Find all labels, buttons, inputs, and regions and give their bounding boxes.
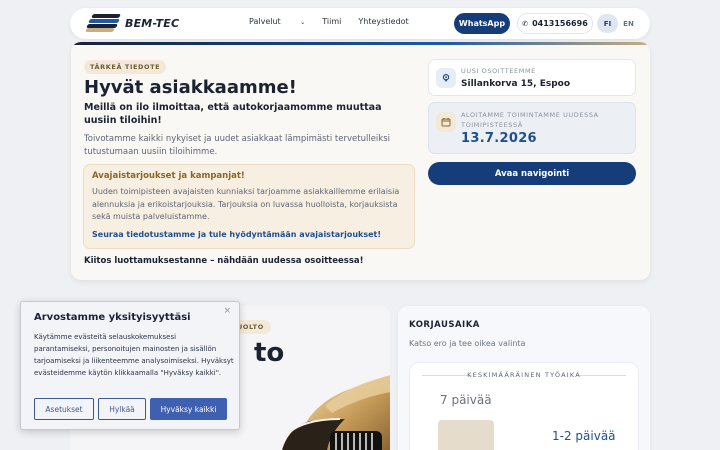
- nav-item-services[interactable]: Palvelut ⌄: [249, 17, 305, 26]
- address-value: Sillankorva 15, Espoo: [461, 79, 571, 89]
- main-nav: Palvelut ⌄ Tiimi Yhteystiedot: [249, 17, 426, 26]
- notice-title: Hyvät asiakkaamme!: [84, 77, 297, 98]
- notice-thanks: Kiitos luottamuksestanne – nähdään uudes…: [84, 256, 364, 266]
- logo-mark: [85, 14, 121, 32]
- chevron-down-icon: ⌄: [300, 19, 306, 26]
- notice-badge: TÄRKEÄ TIEDOTE: [84, 60, 167, 74]
- cookie-title: Arvostamme yksityisyyttäsi: [34, 312, 191, 323]
- old-worktime-value: 7 päivää: [440, 393, 492, 407]
- cookie-settings-button[interactable]: Asetukset: [34, 398, 94, 420]
- cookie-accept-all-button[interactable]: Hyväksy kaikki: [150, 398, 227, 420]
- language-switch: FI EN: [597, 13, 639, 34]
- phone-icon: ✆: [522, 19, 529, 28]
- whatsapp-button[interactable]: WhatsApp: [454, 13, 510, 34]
- nav-item-contact[interactable]: Yhteystiedot: [358, 17, 408, 26]
- repair-time-subtitle: Katso ero ja tee oikea valinta: [409, 339, 526, 348]
- phone-number: 0413156696: [532, 19, 588, 28]
- repair-time-panel: KORJAUSAIKA Katso ero ja tee oikea valin…: [398, 306, 650, 450]
- opening-date-box: ALOITAMME TOIMINTAMME UUDESSA TOIMIPISTE…: [428, 102, 636, 154]
- car-image: [282, 375, 390, 450]
- phone-button[interactable]: ✆ 0413156696: [517, 13, 593, 34]
- repair-time-title: KORJAUSAIKA: [409, 320, 480, 330]
- location-pin-icon: [436, 68, 456, 88]
- cookie-reject-button[interactable]: Hylkää: [98, 398, 146, 420]
- opening-date-label: ALOITAMME TOIMINTAMME UUDESSA TOIMIPISTE…: [461, 111, 599, 129]
- nav-item-team[interactable]: Tiimi: [322, 17, 341, 26]
- lang-fi-button[interactable]: FI: [597, 14, 618, 33]
- repair-comparison-card: KESKIMÄÄRÄINEN TYÖAIKA 7 päivää 1-2 päiv…: [409, 362, 639, 450]
- promo-title: Avajaistarjoukset ja kampanjat!: [92, 171, 245, 181]
- address-label: UUSI OSOITTEEMME: [461, 67, 536, 75]
- promo-link[interactable]: Seuraa tiedotustamme ja tule hyödyntämää…: [92, 230, 381, 239]
- avg-worktime-label: KESKIMÄÄRÄINEN TYÖAIKA: [467, 371, 581, 379]
- promo-body: Uuden toimipisteen avajaisten kunniaksi …: [92, 187, 400, 221]
- opening-date-value: 13.7.2026: [461, 131, 537, 146]
- notice-subtitle: Meillä on ilo ilmoittaa, että autokorjaa…: [84, 102, 382, 126]
- logo-text: BEM-TEC: [125, 16, 180, 30]
- cookie-text: Käytämme evästeitä selauskokemuksesi par…: [34, 333, 234, 377]
- calendar-icon: [436, 112, 456, 132]
- cookie-consent-dialog: × Arvostamme yksityisyyttäsi Käytämme ev…: [20, 301, 240, 430]
- lang-en-button[interactable]: EN: [618, 20, 639, 28]
- open-navigation-button[interactable]: Avaa navigointi: [428, 162, 636, 185]
- notice-intro: Toivotamme kaikki nykyiset ja uudet asia…: [84, 134, 390, 157]
- card-accent-bar: [71, 42, 650, 45]
- new-worktime-value: 1-2 päivää: [552, 429, 616, 443]
- site-header: BEM-TEC Palvelut ⌄ Tiimi Yhteystiedot Wh…: [70, 8, 650, 39]
- old-worktime-bar: [438, 420, 494, 450]
- logo[interactable]: BEM-TEC: [85, 14, 180, 32]
- close-icon[interactable]: ×: [223, 306, 231, 316]
- relocation-notice-card: TÄRKEÄ TIEDOTE Hyvät asiakkaamme! Meillä…: [71, 42, 650, 280]
- address-box: UUSI OSOITTEEMME Sillankorva 15, Espoo: [428, 59, 636, 96]
- promo-box: Avajaistarjoukset ja kampanjat! Uuden to…: [83, 164, 415, 249]
